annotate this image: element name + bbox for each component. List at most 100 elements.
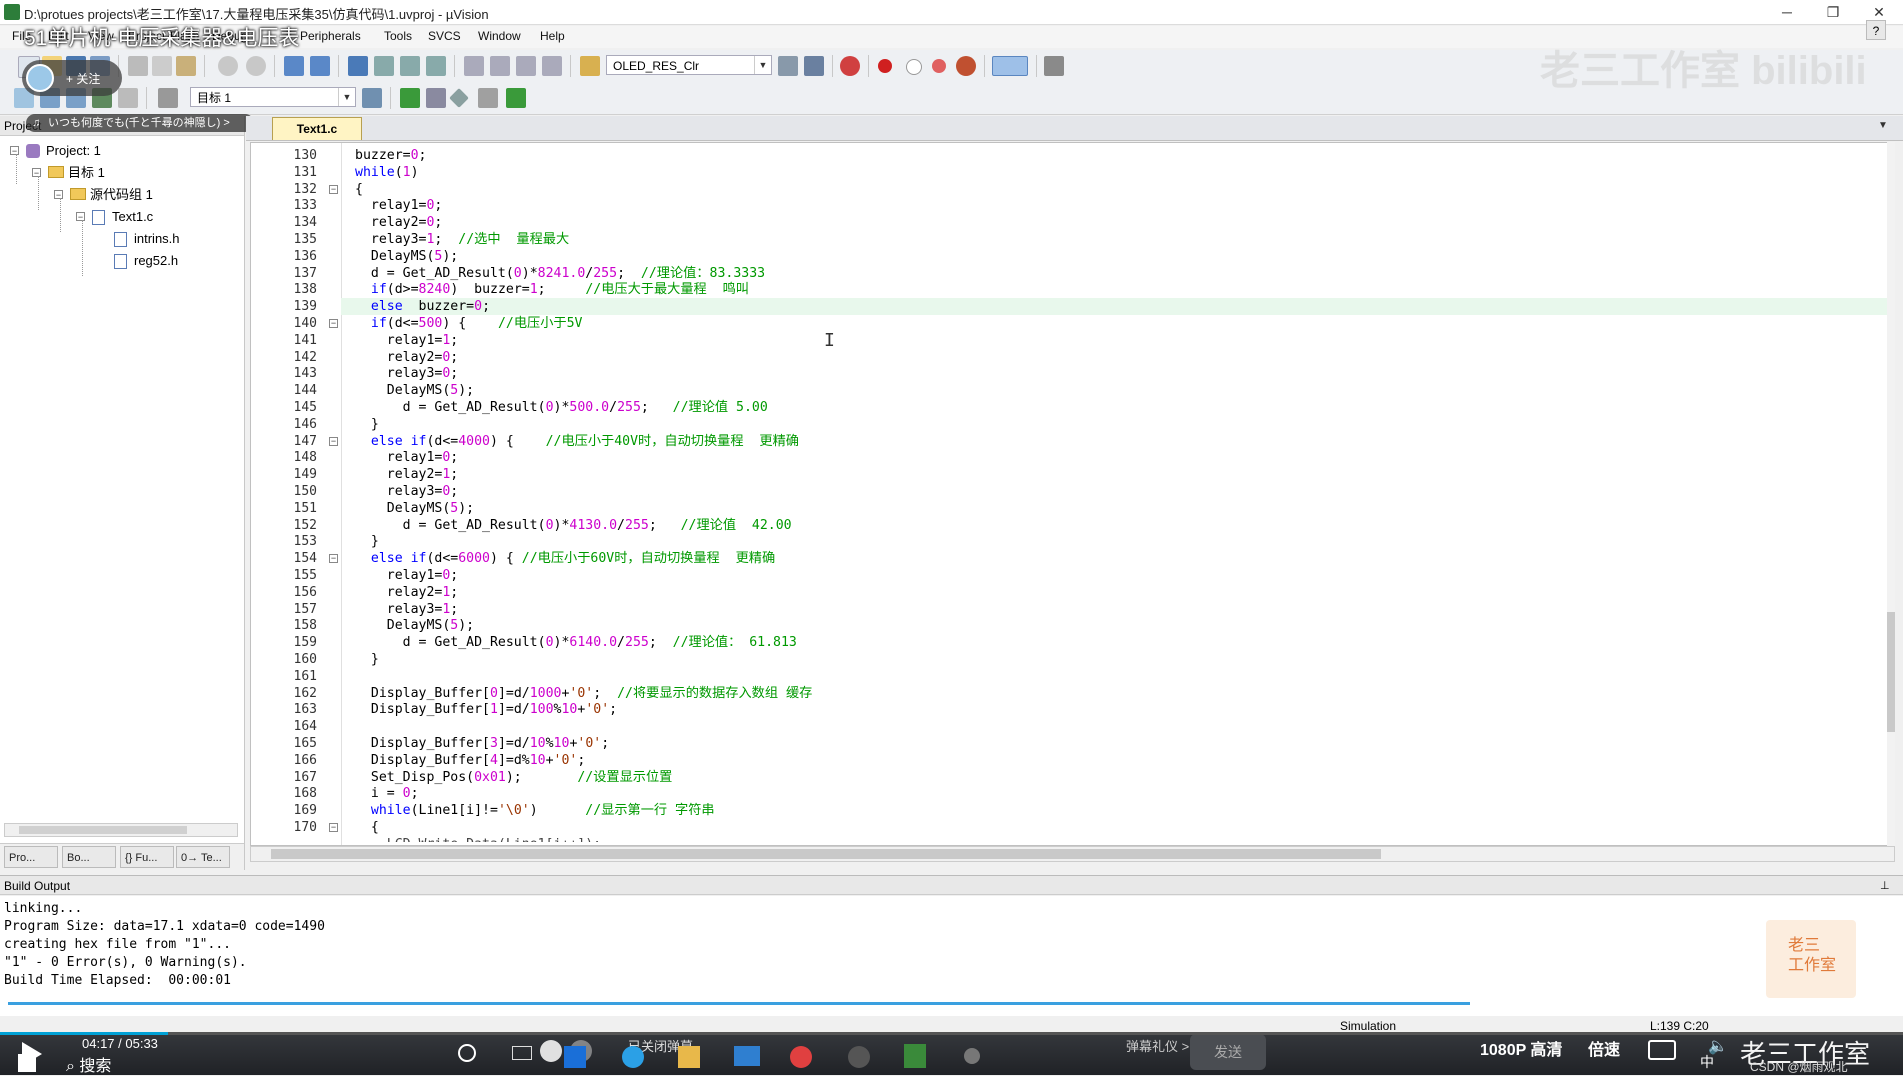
code-line[interactable]: { [355,181,363,198]
navigate-back-icon[interactable] [284,56,304,76]
code-line[interactable]: if(d>=8240) buzzer=1; //电压大于最大量程 鸣叫 [355,281,749,298]
code-line[interactable]: } [355,416,379,433]
stop-build-icon[interactable] [118,88,138,108]
code-line[interactable]: else if(d<=6000) { //电压小于60V时，自动切换量程 更精确 [355,550,775,567]
project-tab[interactable]: Pro... [4,846,58,868]
bookmark-prev-icon[interactable] [374,56,394,76]
video-progress-bar[interactable] [0,1032,1903,1035]
editor-hscrollbar[interactable] [250,846,1895,862]
minimize-button[interactable]: ─ [1764,0,1810,24]
code-line[interactable]: } [355,533,379,550]
pin-icon[interactable]: ⊥ [1880,876,1890,896]
code-line[interactable]: d = Get_AD_Result(0)*4130.0/255; //理论值 4… [355,517,792,534]
comment-icon[interactable] [516,56,536,76]
app-icon[interactable] [848,1046,870,1068]
manage-project-items-icon[interactable] [400,88,420,108]
expander-icon[interactable]: − [32,168,41,178]
scroll-thumb[interactable] [271,849,1381,859]
code-line[interactable]: Display_Buffer[1]=d/100%10+'0'; [355,701,617,718]
danmaku-etiquette-link[interactable]: 弹幕礼仪 > [1126,1036,1189,1055]
code-line[interactable]: while(1) [355,164,419,181]
code-line[interactable]: else if(d<=4000) { //电压小于40V时，自动切换量程 更精确 [355,433,799,450]
code-line[interactable]: Display_Buffer[3]=d/10%10+'0'; [355,735,609,752]
code-line[interactable]: relay1=0; [355,449,459,466]
code-line[interactable]: i = 0; [355,785,419,802]
paste-icon[interactable] [176,56,196,76]
code-line[interactable]: relay3=1; [355,601,459,618]
build-output-body[interactable]: linking... Program Size: data=17.1 xdata=… [0,896,1903,1016]
project-tab[interactable]: {} Fu... [120,846,174,868]
undo-icon[interactable] [218,56,238,76]
code-line[interactable]: relay2=1; [355,466,459,483]
code-line[interactable]: relay1=0; [355,567,459,584]
expander-icon[interactable]: − [54,190,63,200]
find-icon[interactable] [778,56,798,76]
breakpoint-kill-icon[interactable] [932,59,946,73]
music-pill[interactable]: ♫ いつも何度でも(千と千尋の神隠し) > [26,114,254,132]
diamond-icon[interactable] [449,88,469,108]
code-line[interactable]: Display_Buffer[0]=d/1000+'0'; //将要显示的数据存… [355,685,812,702]
bookmark-toggle-icon[interactable] [348,56,368,76]
code-line[interactable]: relay2=0; [355,349,459,366]
code-line[interactable]: Set_Disp_Pos(0x01); //设置显示位置 [355,769,672,786]
expander-icon[interactable]: − [76,212,85,222]
code-line[interactable]: { [355,819,379,836]
stack-icon[interactable] [426,88,446,108]
chevron-down-icon[interactable]: ▼ [338,88,355,106]
find-combo[interactable]: OLED_RES_Clr ▼ [606,55,772,75]
code-line[interactable]: DelayMS(5); [355,248,458,265]
window-layout-icon[interactable] [992,56,1028,76]
windows-start-icon[interactable] [18,1054,36,1072]
code-line[interactable]: else buzzer=0; [355,298,490,315]
menu-item-peripherals[interactable]: Peripherals [300,29,361,43]
app-icon[interactable] [964,1048,980,1064]
code-line[interactable]: DelayMS(5); [355,500,474,517]
speed-button[interactable]: 倍速 [1588,1036,1620,1060]
breakpoint-disable-icon[interactable] [906,59,922,75]
target-options-icon[interactable] [362,88,382,108]
tab-text1-c[interactable]: Text1.c [272,117,362,140]
menu-item-help[interactable]: Help [540,29,565,43]
code-line[interactable]: d = Get_AD_Result(0)*8241.0/255; //理论值：8… [355,265,765,282]
arrow-icon[interactable] [478,88,498,108]
bookmark-next-icon[interactable] [400,56,420,76]
scroll-thumb[interactable] [19,826,187,834]
uvision-taskbar-icon[interactable] [904,1044,926,1068]
code-line[interactable]: relay2=0; [355,214,443,231]
project-tab[interactable]: 0→ Te... [176,846,230,868]
task-view-icon[interactable] [512,1046,532,1060]
code-line[interactable]: if(d<=500) { //电压小于5V [355,315,583,332]
expander-icon[interactable]: − [10,146,19,156]
project-hscrollbar[interactable] [4,823,238,837]
code-line[interactable]: Display_Buffer[4]=d%10+'0'; [355,752,585,769]
breakpoint-insert-icon[interactable] [878,59,892,73]
unindent-icon[interactable] [490,56,510,76]
code-line[interactable]: } [355,651,379,668]
code-line[interactable]: relay2=1; [355,584,459,601]
configure-icon[interactable] [1044,56,1064,76]
edge-browser-icon[interactable] [622,1046,644,1068]
editor-vscrollbar[interactable] [1887,142,1895,846]
cortana-icon[interactable] [458,1044,476,1062]
code-line[interactable]: d = Get_AD_Result(0)*500.0/255; //理论值 5.… [355,399,768,416]
quality-button[interactable]: 1080P 高清 [1480,1036,1562,1060]
code-line[interactable]: relay1=0; [355,197,443,214]
find-in-files-icon[interactable] [580,56,600,76]
code-line[interactable]: while(Line1[i]!='\0') //显示第一行 字符串 [355,802,715,819]
code-line[interactable]: buzzer=0; [355,147,426,164]
code-line[interactable]: d = Get_AD_Result(0)*6140.0/255; //理论值： … [355,634,797,651]
copy-icon[interactable] [152,56,172,76]
help-icon[interactable]: ? [1866,20,1886,40]
menu-item-svcs[interactable]: SVCS [428,29,461,43]
navigate-forward-icon[interactable] [310,56,330,76]
bookmark-clear-icon[interactable] [426,56,446,76]
follow-button[interactable]: + 关注 [22,60,122,96]
breakpoint-kill-all-icon[interactable] [956,56,976,76]
chevron-down-icon[interactable]: ▼ [754,56,771,74]
incremental-find-icon[interactable] [804,56,824,76]
mail-icon[interactable] [734,1046,760,1066]
file-explorer-icon[interactable] [678,1046,700,1068]
redo-icon[interactable] [246,56,266,76]
code-line[interactable]: relay3=0; [355,483,459,500]
indent-icon[interactable] [464,56,484,76]
